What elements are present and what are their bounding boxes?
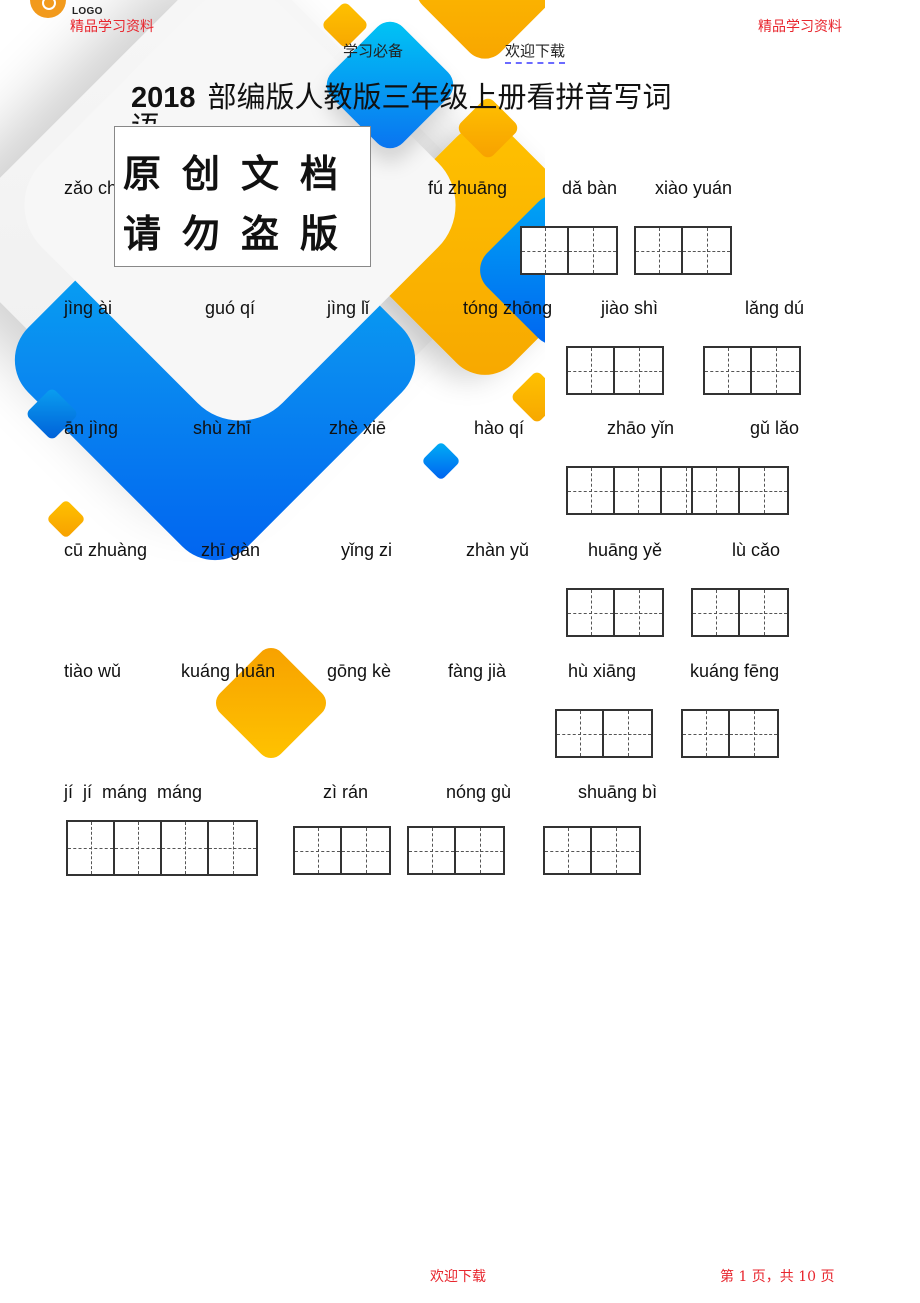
pinyin-prompt: xiào yuán <box>655 178 733 198</box>
tianzige-cell[interactable] <box>604 711 651 756</box>
writing-grid[interactable] <box>520 226 618 275</box>
tianzige-cell[interactable] <box>569 228 616 273</box>
writing-grid[interactable] <box>407 826 505 875</box>
pinyin-prompt: kuáng huān <box>181 661 276 681</box>
pinyin-prompt: shù zhī <box>193 418 252 438</box>
tianzige-cell[interactable] <box>295 828 342 873</box>
tianzige-cell[interactable] <box>68 822 115 874</box>
header-center-left: 学习必备 <box>343 42 404 60</box>
tianzige-cell[interactable] <box>615 468 662 513</box>
writing-grid[interactable] <box>566 588 664 637</box>
tianzige-cell[interactable] <box>683 228 730 273</box>
tianzige-cell[interactable] <box>568 590 615 635</box>
pinyin-prompt: kuáng fēng <box>690 661 780 681</box>
tianzige-cell[interactable] <box>592 828 639 873</box>
decor-orange-diamond <box>510 370 545 424</box>
pinyin-prompt: zhè xiē <box>329 418 387 438</box>
copyright-stamp: 原创文档 请勿盗版 <box>114 126 371 267</box>
pinyin-prompt: huāng yě <box>588 540 663 560</box>
decor-orange-diamond <box>46 499 86 539</box>
tianzige-cell[interactable] <box>740 468 787 513</box>
pinyin-prompt: fú zhuāng <box>428 178 508 198</box>
pinyin-prompt: lǎng dú <box>745 298 805 318</box>
tianzige-cell[interactable] <box>705 348 752 393</box>
writing-grid[interactable] <box>691 588 789 637</box>
pinyin-prompt: tóng zhōng <box>463 298 553 318</box>
stamp-line-2: 请勿盗版 <box>123 211 360 256</box>
page-title: 2018 部编版人教版三年级上册看拼音写词 <box>131 74 672 116</box>
tianzige-cell[interactable] <box>683 711 730 756</box>
tianzige-cell[interactable] <box>456 828 503 873</box>
pinyin-prompt: tiào wǔ <box>64 661 122 681</box>
writing-grid[interactable] <box>681 709 779 758</box>
pinyin-prompt: guó qí <box>205 298 256 318</box>
pinyin-prompt: lù cǎo <box>732 540 781 560</box>
writing-grid[interactable] <box>566 346 664 395</box>
writing-grid[interactable] <box>555 709 653 758</box>
pinyin-prompt: ān jìng <box>64 418 119 438</box>
footer-page-info: 第 1 页，共 10 页 <box>720 1269 835 1285</box>
pinyin-prompt: jí jí máng máng <box>64 782 203 802</box>
tianzige-cell[interactable] <box>522 228 569 273</box>
pinyin-prompt: fàng jià <box>448 661 507 681</box>
writing-grid[interactable] <box>691 466 789 515</box>
decor-blue-diamond <box>421 441 461 481</box>
pinyin-prompt: hù xiāng <box>568 661 637 681</box>
tianzige-cell[interactable] <box>636 228 683 273</box>
writing-grid[interactable] <box>703 346 801 395</box>
download-link[interactable]: 欢迎下载 <box>505 42 566 64</box>
writing-grid[interactable] <box>66 820 258 876</box>
tianzige-cell[interactable] <box>615 348 662 393</box>
writing-grid[interactable] <box>293 826 391 875</box>
pinyin-prompt: zhàn yǔ <box>466 540 530 560</box>
writing-grid[interactable] <box>566 466 711 515</box>
lightbulb-icon <box>42 0 56 10</box>
header-right-label: 精品学习资料 <box>758 19 842 35</box>
writing-grid[interactable] <box>543 826 641 875</box>
footer-center-label: 欢迎下载 <box>430 1269 486 1285</box>
pinyin-prompt: zì rán <box>323 782 369 802</box>
pinyin-prompt: gǔ lǎo <box>750 418 800 438</box>
writing-grid[interactable] <box>634 226 732 275</box>
pinyin-prompt: jìng lǐ <box>327 298 370 318</box>
tianzige-cell[interactable] <box>115 822 162 874</box>
tianzige-cell[interactable] <box>730 711 777 756</box>
pinyin-prompt: hào qí <box>474 418 525 438</box>
pinyin-prompt: nóng gù <box>446 782 512 802</box>
tianzige-cell[interactable] <box>752 348 799 393</box>
pinyin-prompt: gōng kè <box>327 661 392 681</box>
tianzige-cell[interactable] <box>209 822 256 874</box>
tianzige-cell[interactable] <box>693 468 740 513</box>
tianzige-cell[interactable] <box>615 590 662 635</box>
title-overflow: 语 <box>131 108 160 124</box>
pinyin-prompt: yǐng zi <box>341 540 393 560</box>
tianzige-cell[interactable] <box>545 828 592 873</box>
header-left-label: 精品学习资料 <box>70 19 154 35</box>
pinyin-prompt: shuāng bì <box>578 782 658 802</box>
tianzige-cell[interactable] <box>557 711 604 756</box>
tianzige-cell[interactable] <box>409 828 456 873</box>
tianzige-cell[interactable] <box>693 590 740 635</box>
title-text: 部编版人教版三年级上册看拼音写词 <box>207 82 672 114</box>
tianzige-cell[interactable] <box>162 822 209 874</box>
pinyin-prompt: zhī gàn <box>201 540 261 560</box>
tianzige-cell[interactable] <box>342 828 389 873</box>
header-center-right: 欢迎下载 <box>505 40 566 64</box>
pinyin-prompt: jìng ài <box>64 298 113 318</box>
tianzige-cell[interactable] <box>568 348 615 393</box>
pinyin-prompt: jiào shì <box>601 298 659 318</box>
pinyin-prompt: dǎ bàn <box>562 178 618 198</box>
pinyin-prompt: cū zhuàng <box>64 540 148 560</box>
tianzige-cell[interactable] <box>740 590 787 635</box>
stamp-line-1: 原创文档 <box>123 151 360 196</box>
tianzige-cell[interactable] <box>568 468 615 513</box>
pinyin-prompt: zhāo yǐn <box>607 418 675 438</box>
